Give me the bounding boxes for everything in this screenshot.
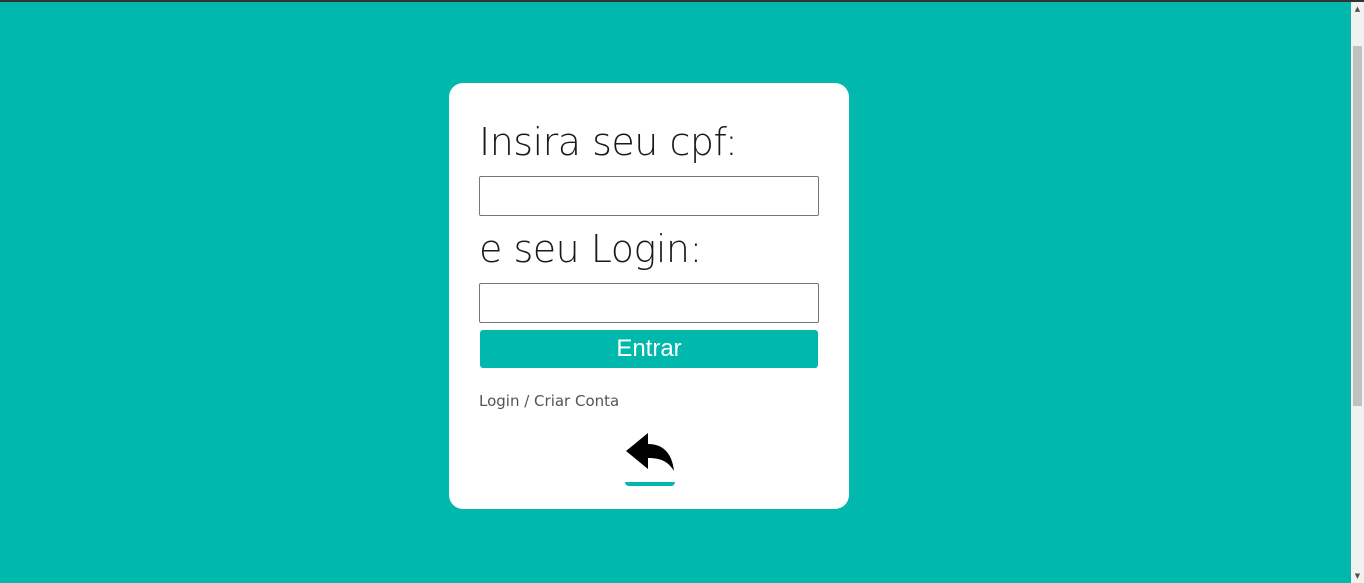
- cpf-input[interactable]: [479, 176, 819, 216]
- login-card: Insira seu cpf: e seu Login: Entrar Logi…: [449, 83, 849, 509]
- scroll-up-arrow-icon[interactable]: ▲: [1351, 2, 1364, 16]
- back-button-underline: [625, 482, 675, 486]
- window-top-border: [0, 0, 1364, 2]
- login-input[interactable]: [479, 283, 819, 323]
- scrollbar-thumb[interactable]: [1353, 46, 1362, 406]
- reply-arrow-icon: [626, 433, 674, 471]
- scroll-down-arrow-icon[interactable]: ▼: [1351, 569, 1364, 583]
- vertical-scrollbar[interactable]: ▲ ▼: [1351, 2, 1364, 583]
- login-label: e seu Login:: [479, 227, 702, 271]
- entrar-button[interactable]: Entrar: [480, 330, 818, 368]
- login-create-account-link[interactable]: Login / Criar Conta: [479, 392, 619, 410]
- cpf-label: Insira seu cpf:: [479, 120, 738, 164]
- back-button[interactable]: [624, 431, 676, 489]
